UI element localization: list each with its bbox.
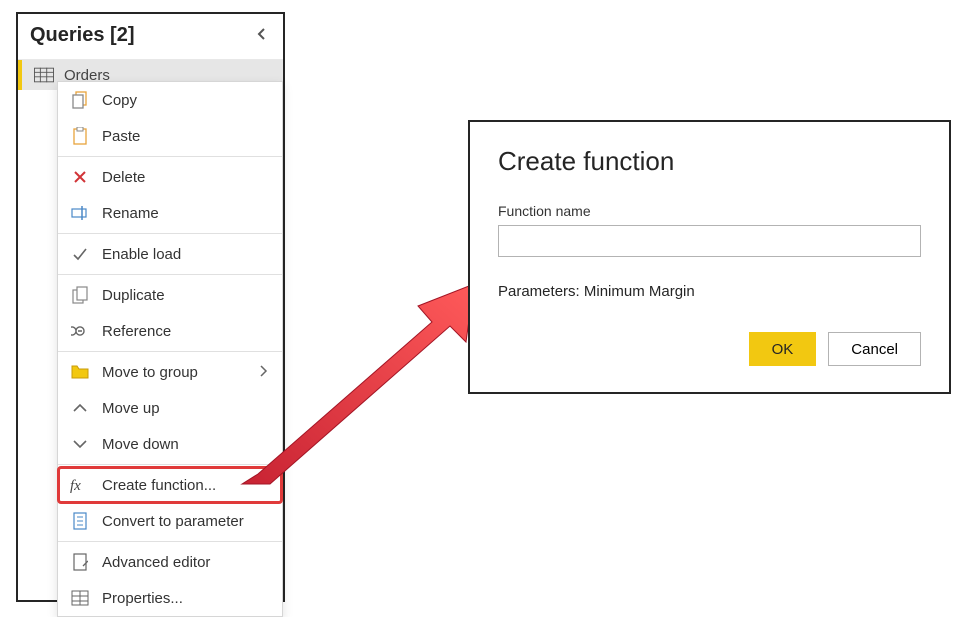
checkmark-icon <box>70 244 90 264</box>
menu-separator <box>58 541 282 542</box>
delete-icon <box>70 167 90 187</box>
menu-separator <box>58 464 282 465</box>
menu-convert-to-parameter[interactable]: Convert to parameter <box>58 503 282 539</box>
menu-separator <box>58 156 282 157</box>
parameters-text: Parameters: Minimum Margin <box>498 283 921 300</box>
menu-move-to-group-label: Move to group <box>102 364 198 381</box>
menu-move-down-label: Move down <box>102 436 179 453</box>
menu-copy-label: Copy <box>102 92 137 109</box>
editor-icon <box>70 552 90 572</box>
menu-move-down[interactable]: Move down <box>58 426 282 462</box>
menu-rename-label: Rename <box>102 205 159 222</box>
paste-icon <box>70 126 90 146</box>
move-up-icon <box>70 398 90 418</box>
folder-icon <box>70 362 90 382</box>
menu-advanced-label: Advanced editor <box>102 554 210 571</box>
menu-enable-load[interactable]: Enable load <box>58 236 282 272</box>
rename-icon <box>70 203 90 223</box>
ok-button[interactable]: OK <box>749 332 817 366</box>
menu-move-up-label: Move up <box>102 400 160 417</box>
dialog-buttons: OK Cancel <box>498 332 921 366</box>
chevron-right-icon <box>258 364 268 380</box>
menu-separator <box>58 274 282 275</box>
function-name-label: Function name <box>498 203 921 219</box>
function-name-input[interactable] <box>498 225 921 257</box>
parameter-icon <box>70 511 90 531</box>
menu-advanced-editor[interactable]: Advanced editor <box>58 544 282 580</box>
properties-icon <box>70 588 90 608</box>
copy-icon <box>70 90 90 110</box>
menu-duplicate-label: Duplicate <box>102 287 165 304</box>
duplicate-icon <box>70 285 90 305</box>
menu-separator <box>58 233 282 234</box>
move-down-icon <box>70 434 90 454</box>
menu-move-up[interactable]: Move up <box>58 390 282 426</box>
context-menu: Copy Paste Delete Rename Enable load Dup… <box>57 81 283 617</box>
menu-move-to-group[interactable]: Move to group <box>58 354 282 390</box>
fx-icon: fx <box>70 475 90 495</box>
menu-create-function[interactable]: fx Create function... <box>58 467 282 503</box>
table-icon <box>34 67 54 83</box>
reference-icon <box>70 321 90 341</box>
menu-rename[interactable]: Rename <box>58 195 282 231</box>
menu-convert-label: Convert to parameter <box>102 513 244 530</box>
menu-paste[interactable]: Paste <box>58 118 282 154</box>
menu-duplicate[interactable]: Duplicate <box>58 277 282 313</box>
menu-separator <box>58 351 282 352</box>
panel-title: Queries [2] <box>30 24 134 47</box>
menu-properties-label: Properties... <box>102 590 183 607</box>
svg-text:fx: fx <box>70 478 81 493</box>
panel-header: Queries [2] <box>18 14 283 60</box>
dialog-title: Create function <box>498 146 921 177</box>
menu-properties[interactable]: Properties... <box>58 580 282 616</box>
menu-reference-label: Reference <box>102 323 171 340</box>
menu-enable-load-label: Enable load <box>102 246 181 263</box>
menu-reference[interactable]: Reference <box>58 313 282 349</box>
cancel-button[interactable]: Cancel <box>828 332 921 366</box>
menu-copy[interactable]: Copy <box>58 82 282 118</box>
menu-paste-label: Paste <box>102 128 140 145</box>
menu-create-function-label: Create function... <box>102 477 216 494</box>
collapse-chevron-icon[interactable] <box>255 25 269 46</box>
create-function-dialog: Create function Function name Parameters… <box>468 120 951 394</box>
menu-delete[interactable]: Delete <box>58 159 282 195</box>
menu-delete-label: Delete <box>102 169 145 186</box>
